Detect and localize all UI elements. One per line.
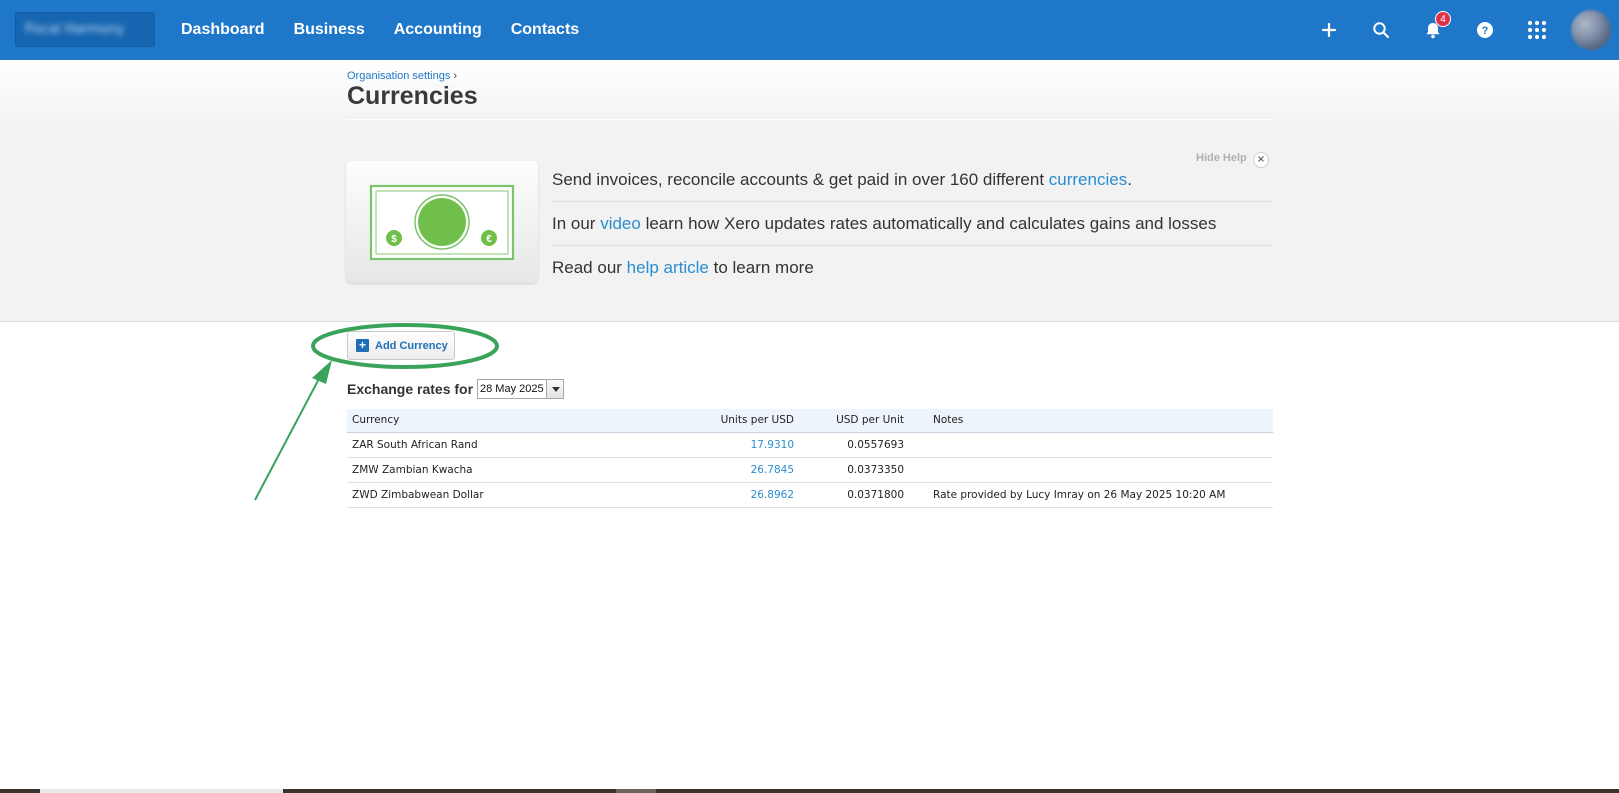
plus-icon: + [356,339,369,352]
help-text: Send invoices, reconcile accounts & get … [552,158,1273,290]
usd-per-unit: 0.0373350 [799,457,909,483]
organisation-name: Fiscal Harmony [25,22,125,37]
svg-text:$: $ [391,234,397,245]
chevron-down-icon[interactable] [546,380,563,398]
nav-dashboard[interactable]: Dashboard [181,21,265,39]
taskbar-segment [40,789,283,793]
nav-business[interactable]: Business [294,21,365,39]
rate-notes: Rate provided by Lucy Imray on 26 May 20… [909,482,1273,508]
column-header-usd-per-unit[interactable]: USD per Unit [799,409,909,433]
exchange-rate-date-picker[interactable] [477,379,564,399]
currency-name: ZMW Zambian Kwacha [347,457,607,483]
table-row[interactable]: ZWD Zimbabwean Dollar 26.8962 0.0371800 … [347,482,1273,508]
plus-icon[interactable] [1303,0,1355,60]
breadcrumb-organisation-settings[interactable]: Organisation settings [347,70,450,82]
column-header-units-per-usd[interactable]: Units per USD [607,409,799,433]
usd-per-unit: 0.0371800 [799,482,909,508]
help-icon[interactable]: ? [1459,0,1511,60]
date-input[interactable] [478,380,546,398]
search-icon[interactable] [1355,0,1407,60]
currency-name: ZAR South African Rand [347,432,607,458]
organisation-switcher[interactable]: Fiscal Harmony [15,12,155,47]
help-article-link[interactable]: help article [627,258,709,277]
column-header-currency[interactable]: Currency [347,409,607,433]
help-line-invoices: Send invoices, reconcile accounts & get … [552,158,1273,202]
annotation-arrow-shaft [254,372,323,501]
svg-text:?: ? [1482,25,1489,37]
table-row[interactable]: ZMW Zambian Kwacha 26.7845 0.0373350 [347,457,1273,483]
notification-badge: 4 [1435,11,1451,27]
annotation-arrow-head [312,360,332,384]
nav-contacts[interactable]: Contacts [511,21,579,39]
usd-per-unit: 0.0557693 [799,432,909,458]
table-header-row: Currency Units per USD USD per Unit Note… [347,409,1273,433]
column-header-notes: Notes [909,409,1273,433]
add-currency-label: Add Currency [375,339,448,352]
banknote-illustration: $ € [346,161,538,283]
bottom-taskbar-strip [0,789,1619,793]
video-link[interactable]: video [600,214,641,233]
nav-accounting[interactable]: Accounting [394,21,482,39]
breadcrumb: Organisation settings › [347,70,457,82]
top-navigation-bar: Fiscal Harmony Dashboard Business Accoun… [0,0,1619,60]
rate-notes [909,457,1273,483]
svg-text:€: € [486,234,492,245]
currencies-link[interactable]: currencies [1049,170,1127,189]
units-per-usd[interactable]: 17.9310 [607,432,799,458]
table-row[interactable]: ZAR South African Rand 17.9310 0.0557693 [347,432,1273,458]
help-line-article: Read our help article to learn more [552,258,814,277]
main-nav: Dashboard Business Accounting Contacts [181,0,608,60]
currency-name: ZWD Zimbabwean Dollar [347,482,607,508]
rate-notes [909,432,1273,458]
breadcrumb-separator: › [453,70,458,82]
notifications-button[interactable]: 4 [1407,0,1459,60]
units-per-usd[interactable]: 26.7845 [607,457,799,483]
exchange-rates-table: Currency Units per USD USD per Unit Note… [347,409,1273,508]
add-currency-button[interactable]: + Add Currency [347,331,455,360]
apps-grid-icon[interactable] [1511,0,1563,60]
units-per-usd[interactable]: 26.8962 [607,482,799,508]
taskbar-segment [616,789,656,793]
avatar[interactable] [1571,10,1611,50]
page-title: Currencies [347,82,478,110]
exchange-rates-label: Exchange rates for [347,381,474,397]
title-divider [347,119,1273,120]
help-line-video: In our video learn how Xero updates rate… [552,202,1273,246]
top-icons: 4 ? [1303,0,1619,60]
